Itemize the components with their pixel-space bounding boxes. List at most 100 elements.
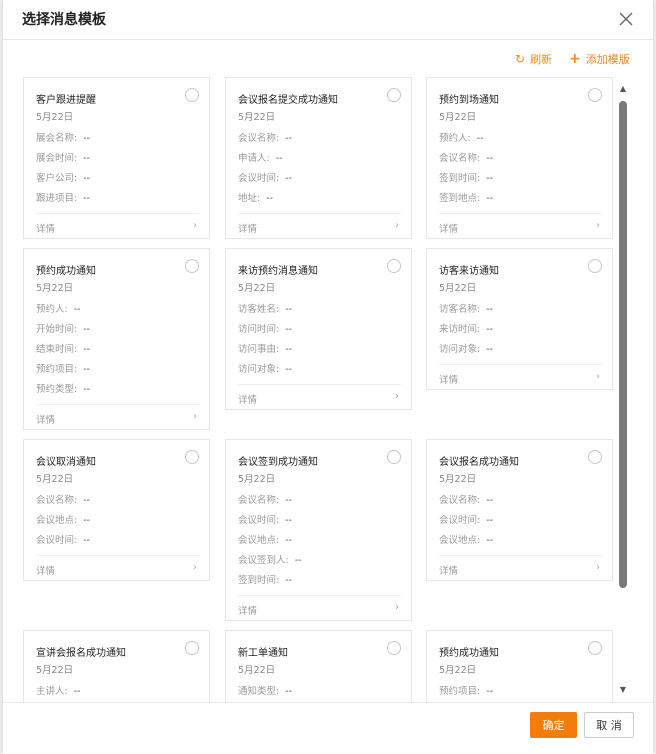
card-select-radio[interactable]	[588, 259, 602, 273]
card-select-radio[interactable]	[185, 450, 199, 464]
template-card[interactable]: 会议签到成功通知 5月22日 会议名称: -- 会议时间: -- 会议地点: -- 会议签到人:…	[225, 439, 412, 621]
scrollbar-thumb[interactable]	[619, 101, 627, 588]
field-value: --	[285, 133, 293, 144]
template-card[interactable]: 会议取消通知 5月22日 会议名称: -- 会议地点: -- 会议时间: -- 详情 ›	[23, 439, 210, 581]
field-value: --	[486, 304, 494, 315]
card-detail-link[interactable]: 详情	[238, 603, 257, 617]
card-title: 预约成功通知	[36, 266, 96, 277]
template-card[interactable]: 预约成功通知 5月22日 预约人: -- 开始时间: -- 结束时间: -- 预约项目: -- 预约…	[23, 248, 210, 430]
field-label: 跟进项目:	[36, 193, 78, 204]
card-field: 访客名称: --	[439, 301, 493, 315]
card-select-radio[interactable]	[387, 259, 401, 273]
chevron-right-icon[interactable]: ›	[596, 371, 600, 382]
card-field: 来访时间: --	[439, 321, 493, 335]
card-field: 会议时间: --	[36, 532, 90, 546]
field-value: --	[275, 153, 283, 164]
field-label: 访问时间:	[238, 324, 280, 335]
template-card[interactable]: 会议报名成功通知 5月22日 会议名称: -- 会议时间: -- 会议地点: -- 详情 ›	[426, 439, 613, 581]
field-value: --	[266, 193, 274, 204]
field-label: 主讲人:	[36, 686, 68, 697]
card-date: 5月22日	[238, 474, 276, 485]
card-detail-link[interactable]: 详情	[238, 221, 257, 235]
field-label: 预约项目:	[36, 364, 78, 375]
field-label: 访问对象:	[439, 344, 481, 355]
chevron-right-icon[interactable]: ›	[596, 562, 600, 573]
chevron-right-icon[interactable]: ›	[193, 220, 197, 231]
field-value: --	[83, 495, 91, 506]
card-title: 预约成功通知	[439, 648, 499, 659]
confirm-button[interactable]: 确定	[530, 712, 577, 738]
field-value: --	[285, 535, 293, 546]
chevron-right-icon[interactable]: ›	[193, 562, 197, 573]
refresh-button[interactable]: ↻ 刷新	[515, 51, 552, 67]
template-card[interactable]: 会议报名提交成功通知 5月22日 会议名称: -- 申请人: -- 会议时间: -- 地址: --…	[225, 77, 412, 239]
dialog-footer: 确定 取 消	[3, 702, 653, 754]
card-field: 会议时间: --	[238, 512, 292, 526]
field-label: 申请人:	[238, 153, 270, 164]
card-select-radio[interactable]	[588, 450, 602, 464]
field-label: 会议地点:	[238, 535, 280, 546]
card-divider	[36, 404, 199, 405]
card-divider	[238, 213, 401, 214]
template-card[interactable]: 宣讲会报名成功通知5月22日主讲人:--详情›	[23, 630, 210, 702]
card-detail-link[interactable]: 详情	[439, 563, 458, 577]
field-label: 会议名称:	[238, 133, 280, 144]
card-detail-link[interactable]: 详情	[36, 412, 55, 426]
card-field: 申请人: --	[238, 150, 283, 164]
template-card[interactable]: 预约到场通知 5月22日 预约人: -- 会议名称: -- 签到时间: -- 签到地点: -- 详情…	[426, 77, 613, 239]
card-select-radio[interactable]	[387, 88, 401, 102]
field-value: --	[486, 686, 494, 697]
field-label: 来访时间:	[439, 324, 481, 335]
field-value: --	[73, 686, 81, 697]
scrollbar[interactable]: ▲ ▼	[618, 84, 628, 695]
field-label: 客户公司:	[36, 173, 78, 184]
chevron-right-icon[interactable]: ›	[395, 220, 399, 231]
template-card[interactable]: 新工单通知5月22日通知类型:--详情›	[225, 630, 412, 702]
template-card-list: 客户跟进提醒 5月22日 展会名称: -- 展会时间: -- 客户公司: -- 跟进项目: -- 详…	[23, 77, 616, 702]
field-label: 访客名称:	[439, 304, 481, 315]
field-value: --	[294, 555, 302, 566]
template-card[interactable]: 预约成功通知5月22日预约项目:--详情›	[426, 630, 613, 702]
chevron-right-icon[interactable]: ›	[596, 220, 600, 231]
card-select-radio[interactable]	[588, 641, 602, 655]
card-divider	[439, 364, 602, 365]
card-select-radio[interactable]	[387, 641, 401, 655]
chevron-right-icon[interactable]: ›	[395, 391, 399, 402]
card-field: 会议签到人: --	[238, 552, 302, 566]
chevron-right-icon[interactable]: ›	[193, 411, 197, 422]
card-title: 新工单通知	[238, 648, 288, 659]
scroll-up-icon[interactable]: ▲	[618, 84, 628, 94]
field-label: 预约人:	[439, 133, 471, 144]
card-select-radio[interactable]	[185, 641, 199, 655]
card-detail-link[interactable]: 详情	[36, 563, 55, 577]
chevron-right-icon[interactable]: ›	[395, 602, 399, 613]
close-icon[interactable]	[617, 10, 635, 28]
card-divider	[238, 384, 401, 385]
field-value: --	[83, 173, 91, 184]
card-detail-link[interactable]: 详情	[439, 221, 458, 235]
plus-icon: +	[569, 51, 581, 67]
add-template-button[interactable]: + 添加模版	[569, 51, 630, 67]
card-date: 5月22日	[439, 474, 477, 485]
cancel-button[interactable]: 取 消	[584, 712, 634, 738]
field-label: 会议签到人:	[238, 555, 289, 566]
card-field: 地址: --	[238, 190, 273, 204]
template-card[interactable]: 客户跟进提醒 5月22日 展会名称: -- 展会时间: -- 客户公司: -- 跟进项目: -- 详…	[23, 77, 210, 239]
template-card[interactable]: 访客来访通知 5月22日 访客名称: -- 来访时间: -- 访问对象: -- 详情 ›	[426, 248, 613, 390]
field-value: --	[73, 304, 81, 315]
card-detail-link[interactable]: 详情	[36, 221, 55, 235]
scroll-down-icon[interactable]: ▼	[618, 685, 628, 695]
card-divider	[238, 595, 401, 596]
template-card[interactable]: 来访预约消息通知 5月22日 访客姓名: -- 访问时间: -- 访问事由: -- 访问对象: -…	[225, 248, 412, 410]
card-select-radio[interactable]	[387, 450, 401, 464]
field-label: 会议时间:	[36, 535, 78, 546]
field-value: --	[83, 324, 91, 335]
card-detail-link[interactable]: 详情	[439, 372, 458, 386]
card-detail-link[interactable]: 详情	[238, 392, 257, 406]
card-select-radio[interactable]	[185, 88, 199, 102]
card-select-radio[interactable]	[185, 259, 199, 273]
card-date: 5月22日	[238, 665, 276, 676]
card-field: 签到时间: --	[439, 170, 493, 184]
card-field: 开始时间: --	[36, 321, 90, 335]
card-select-radio[interactable]	[588, 88, 602, 102]
